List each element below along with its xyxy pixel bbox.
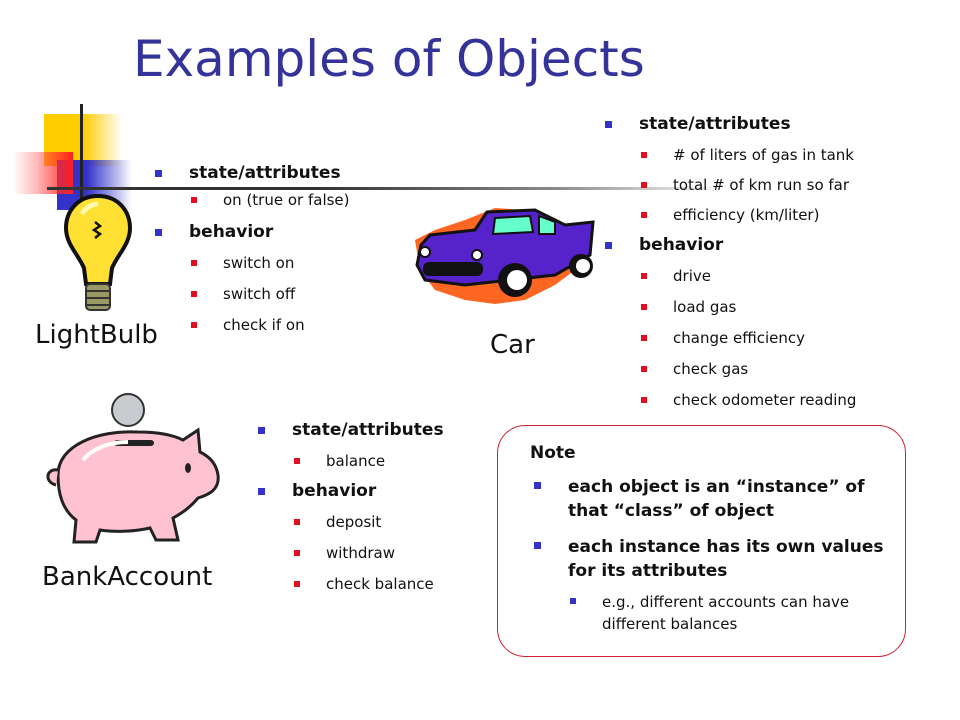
lightbulb-icon (63, 193, 133, 311)
list-item: withdraw (294, 543, 498, 563)
list-item: # of liters of gas in tank (641, 145, 945, 165)
object-label-lightbulb: LightBulb (35, 320, 158, 350)
note-points: each object is an “instance” of that “cl… (534, 475, 894, 635)
list-item: total # of km run so far (641, 175, 945, 195)
car-icon (415, 208, 595, 304)
piggy-bank-icon (46, 393, 220, 544)
list-item: on (true or false) (191, 190, 415, 210)
bankaccount-details: state/attributes balance behavior deposi… (258, 420, 498, 594)
list-item: switch on (191, 253, 415, 273)
note-subpoint: e.g., different accounts can have differ… (570, 591, 894, 635)
group-heading: behavior (605, 235, 945, 256)
note-point: each object is an “instance” of that “cl… (534, 475, 894, 523)
note-point: each instance has its own values for its… (534, 535, 894, 583)
list-item: switch off (191, 284, 415, 304)
lightbulb-details: state/attributes on (true or false) beha… (155, 163, 415, 335)
list-item: change efficiency (641, 328, 945, 348)
list-item: drive (641, 266, 945, 286)
object-label-bankaccount: BankAccount (42, 562, 213, 592)
list-item: efficiency (km/liter) (641, 205, 945, 225)
list-item: check odometer reading (641, 390, 945, 410)
group-heading: behavior (155, 222, 415, 243)
list-item: balance (294, 451, 498, 471)
list-item: load gas (641, 297, 945, 317)
note-heading: Note (530, 443, 576, 463)
group-heading: state/attributes (155, 163, 415, 184)
slide-title: Examples of Objects (133, 30, 645, 88)
group-heading: state/attributes (605, 114, 945, 135)
car-details: state/attributes # of liters of gas in t… (605, 114, 945, 410)
group-heading: state/attributes (258, 420, 498, 441)
object-label-car: Car (490, 330, 535, 360)
list-item: check if on (191, 315, 415, 335)
group-heading: behavior (258, 481, 498, 502)
list-item: deposit (294, 512, 498, 532)
list-item: check gas (641, 359, 945, 379)
list-item: check balance (294, 574, 498, 594)
